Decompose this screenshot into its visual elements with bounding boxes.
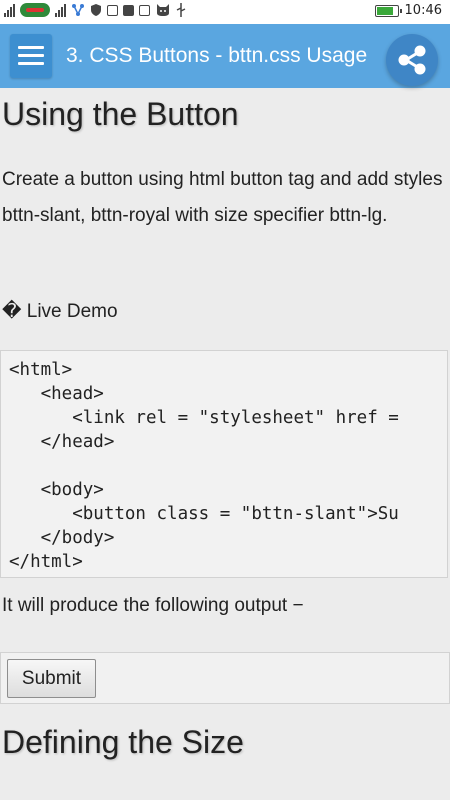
app-bar: 3. CSS Buttons - bttn.css Usage bbox=[0, 24, 450, 88]
app-bar-title: 3. CSS Buttons - bttn.css Usage bbox=[66, 44, 368, 67]
usb-icon bbox=[176, 3, 186, 17]
share-network-icon bbox=[72, 4, 84, 16]
code-block: <html> <head> <link rel = "stylesheet" h… bbox=[0, 350, 448, 578]
live-demo-link[interactable]: � Live Demo bbox=[2, 300, 118, 323]
output-preview: Submit bbox=[0, 652, 450, 704]
shield-icon bbox=[91, 4, 101, 16]
battery-icon bbox=[374, 4, 402, 17]
share-icon bbox=[398, 45, 426, 75]
hamburger-menu-icon[interactable] bbox=[10, 34, 52, 78]
status-bar: 10:46 bbox=[0, 0, 450, 24]
zalo-icon bbox=[139, 4, 150, 16]
carrier-icon bbox=[20, 3, 50, 17]
description-paragraph: Create a button using html button tag an… bbox=[2, 169, 443, 226]
output-caption: It will produce the following output − bbox=[2, 595, 304, 616]
cat-icon bbox=[157, 4, 169, 16]
section-heading: Using the Button bbox=[2, 96, 239, 132]
submit-button[interactable]: Submit bbox=[7, 659, 96, 698]
status-right: 10:46 bbox=[374, 3, 442, 18]
section-heading-size: Defining the Size bbox=[2, 724, 244, 760]
facebook-icon bbox=[123, 4, 134, 16]
status-time: 10:46 bbox=[404, 3, 442, 18]
signal-icon bbox=[4, 3, 15, 17]
status-left bbox=[4, 3, 186, 17]
share-button[interactable] bbox=[386, 34, 438, 86]
signal-icon bbox=[55, 3, 66, 17]
instagram-icon bbox=[107, 4, 118, 16]
